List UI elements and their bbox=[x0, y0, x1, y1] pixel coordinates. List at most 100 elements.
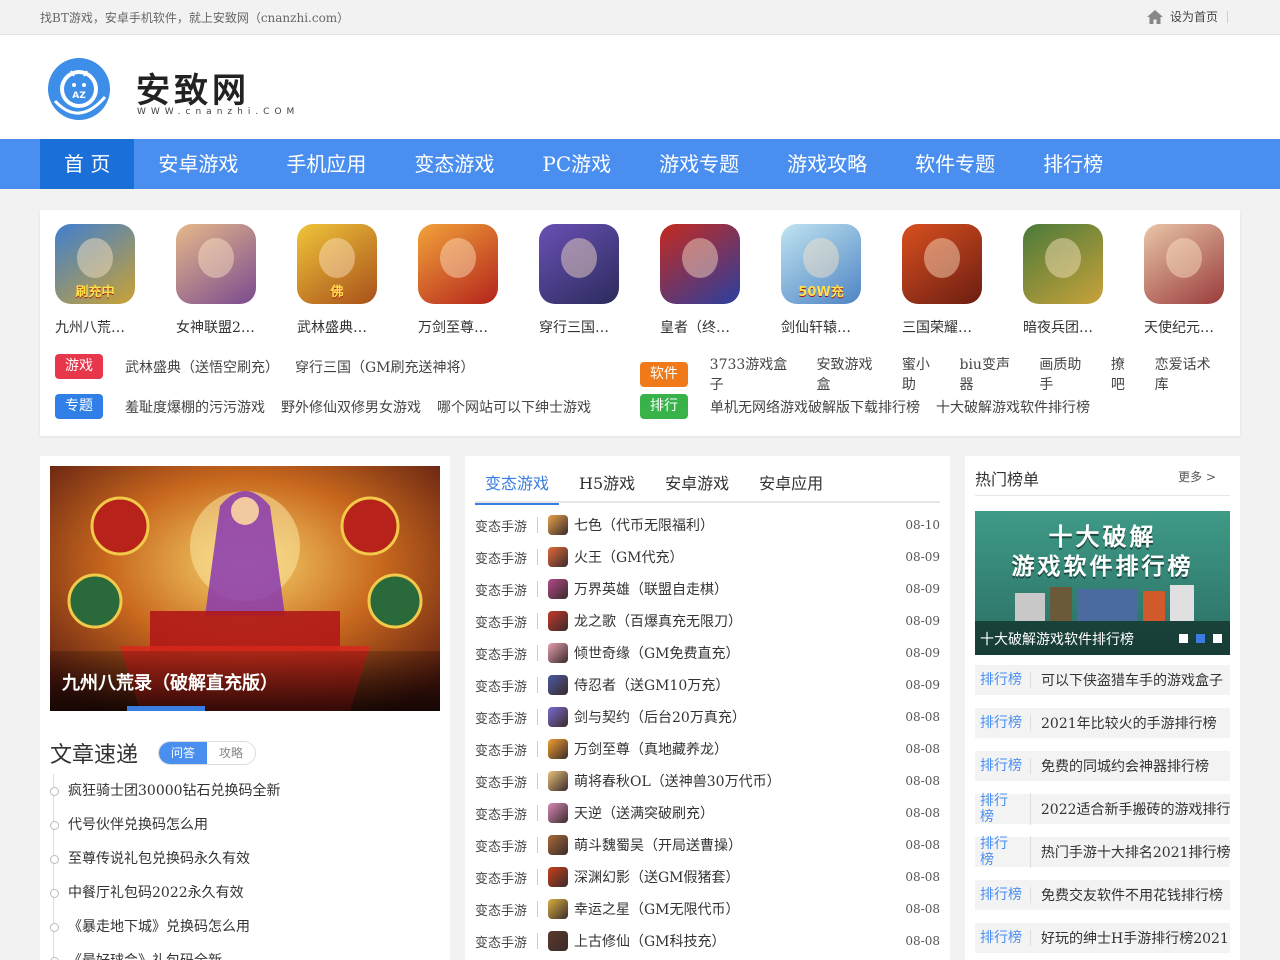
ranking-item[interactable]: 排行榜 免费交友软件不用花钱排行榜 bbox=[975, 880, 1230, 910]
game-row[interactable]: 变态手游 万剑至尊（真地藏养龙） 08-08 bbox=[475, 733, 940, 765]
app-icon[interactable] bbox=[902, 224, 982, 304]
game-category[interactable]: 变态手游 bbox=[475, 644, 527, 663]
games-tab-3[interactable]: 安卓应用 bbox=[749, 466, 833, 503]
tag-link[interactable]: 哪个网站可以下绅士游戏 bbox=[437, 397, 591, 417]
app-icon[interactable]: 50W充 bbox=[781, 224, 861, 304]
game-name[interactable]: 深渊幻影（送GM假猪套） bbox=[574, 867, 900, 887]
app-name[interactable]: 穿行三国… bbox=[539, 317, 619, 337]
article-item[interactable]: 至尊传说礼包兑换码永久有效 bbox=[50, 842, 443, 876]
game-category[interactable]: 变态手游 bbox=[475, 708, 527, 727]
game-category[interactable]: 变态手游 bbox=[475, 676, 527, 695]
game-name[interactable]: 七色（代币无限福利） bbox=[574, 515, 900, 535]
app-name[interactable]: 三国荣耀… bbox=[902, 317, 982, 337]
game-name[interactable]: 万界英雄（联盟自走棋） bbox=[574, 579, 900, 599]
article-item[interactable]: 疯狂骑士团30000钻石兑换码全新 bbox=[50, 774, 443, 808]
tag-link[interactable]: 恋爱话术库 bbox=[1155, 354, 1224, 394]
tag-rank[interactable]: 排行 bbox=[640, 394, 688, 419]
logo-title[interactable]: 安致网 bbox=[136, 63, 250, 112]
game-row[interactable]: 变态手游 火王（GM代充） 08-09 bbox=[475, 541, 940, 573]
app-icon[interactable]: 佛 bbox=[297, 224, 377, 304]
game-name[interactable]: 萌将春秋OL（送神兽30万代币） bbox=[574, 771, 900, 791]
game-row[interactable]: 变态手游 龙之歌（百爆真充无限刀） 08-09 bbox=[475, 605, 940, 637]
game-name[interactable]: 上古修仙（GM科技充） bbox=[574, 931, 900, 951]
featured-app[interactable]: 天使纪元… bbox=[1144, 224, 1265, 337]
nav-item-0[interactable]: 首 页 bbox=[40, 139, 135, 189]
app-icon[interactable] bbox=[539, 224, 619, 304]
game-row[interactable]: 变态手游 萌将春秋OL（送神兽30万代币） 08-08 bbox=[475, 765, 940, 797]
game-category[interactable]: 变态手游 bbox=[475, 836, 527, 855]
hero-banner[interactable]: 九州八荒录（破解直充版） bbox=[50, 466, 440, 711]
games-tab-0[interactable]: 变态游戏 bbox=[475, 466, 560, 505]
game-category[interactable]: 变态手游 bbox=[475, 516, 527, 535]
nav-item-2[interactable]: 手机应用 bbox=[262, 139, 390, 189]
carousel-dot[interactable] bbox=[1213, 634, 1222, 643]
game-category[interactable]: 变态手游 bbox=[475, 868, 527, 887]
app-name[interactable]: 武林盛典… bbox=[297, 317, 377, 337]
featured-app[interactable]: 刷充中 九州八荒… bbox=[55, 224, 176, 337]
game-category[interactable]: 变态手游 bbox=[475, 580, 527, 599]
games-tab-2[interactable]: 安卓游戏 bbox=[655, 466, 739, 503]
game-name[interactable]: 倾世奇缘（GM免费直充） bbox=[574, 643, 900, 663]
ranking-banner[interactable]: 十大破解 游戏软件排行榜 十大破解游戏软件排行榜 bbox=[975, 511, 1230, 655]
app-name[interactable]: 万剑至尊… bbox=[418, 317, 498, 337]
ranking-item[interactable]: 排行榜 2022适合新手搬砖的游戏排行 bbox=[975, 793, 1230, 825]
game-category[interactable]: 变态手游 bbox=[475, 772, 527, 791]
nav-item-4[interactable]: PC游戏 bbox=[518, 139, 635, 189]
game-row[interactable]: 变态手游 萌斗魏蜀吴（开局送曹操） 08-08 bbox=[475, 829, 940, 861]
game-row[interactable]: 变态手游 万界英雄（联盟自走棋） 08-09 bbox=[475, 573, 940, 605]
tag-link[interactable]: 羞耻度爆棚的污污游戏 bbox=[125, 397, 265, 417]
logo-icon[interactable]: AZ bbox=[47, 57, 112, 122]
carousel-dot[interactable] bbox=[1179, 634, 1188, 643]
game-name[interactable]: 龙之歌（百爆真充无限刀） bbox=[574, 611, 900, 631]
featured-app[interactable]: 万剑至尊… bbox=[418, 224, 539, 337]
game-row[interactable]: 变态手游 侍忍者（送GM10万充） 08-09 bbox=[475, 669, 940, 701]
game-row[interactable]: 变态手游 七色（代币无限福利） 08-10 bbox=[475, 509, 940, 541]
article-item[interactable]: 《暴走地下城》兑换码怎么用 bbox=[50, 910, 443, 944]
game-row[interactable]: 变态手游 幸运之星（GM无限代币） 08-08 bbox=[475, 893, 940, 925]
app-icon[interactable] bbox=[176, 224, 256, 304]
app-name[interactable]: 剑仙轩辕… bbox=[781, 317, 861, 337]
ranking-item[interactable]: 排行榜 免费的同城约会神器排行榜 bbox=[975, 751, 1230, 781]
featured-app[interactable]: 穿行三国… bbox=[539, 224, 660, 337]
app-name[interactable]: 暗夜兵团… bbox=[1023, 317, 1103, 337]
tab-qa[interactable]: 问答 bbox=[159, 742, 207, 764]
nav-item-7[interactable]: 软件专题 bbox=[891, 139, 1019, 189]
ranking-item-title[interactable]: 可以下侠盗猎车手的游戏盒子 bbox=[1031, 670, 1223, 690]
nav-item-6[interactable]: 游戏攻略 bbox=[763, 139, 891, 189]
tag-link[interactable]: 单机无网络游戏破解版下载排行榜 bbox=[710, 397, 920, 417]
featured-app[interactable]: 暗夜兵团… bbox=[1023, 224, 1144, 337]
game-row[interactable]: 变态手游 倾世奇缘（GM免费直充） 08-09 bbox=[475, 637, 940, 669]
game-category[interactable]: 变态手游 bbox=[475, 804, 527, 823]
game-row[interactable]: 变态手游 剑与契约（后台20万真充） 08-08 bbox=[475, 701, 940, 733]
nav-item-3[interactable]: 变态游戏 bbox=[390, 139, 518, 189]
game-name[interactable]: 剑与契约（后台20万真充） bbox=[574, 707, 900, 727]
ranking-item[interactable]: 排行榜 可以下侠盗猎车手的游戏盒子 bbox=[975, 665, 1230, 695]
ranking-item-title[interactable]: 2022适合新手搬砖的游戏排行 bbox=[1031, 799, 1230, 819]
article-item[interactable]: 《最好球会》礼包码全新 bbox=[50, 944, 443, 960]
ranking-item-title[interactable]: 免费的同城约会神器排行榜 bbox=[1031, 756, 1209, 776]
app-name[interactable]: 皇者（终… bbox=[660, 317, 740, 337]
game-category[interactable]: 变态手游 bbox=[475, 740, 527, 759]
tag-link[interactable]: 撩吧 bbox=[1111, 354, 1139, 394]
game-category[interactable]: 变态手游 bbox=[475, 932, 527, 951]
tag-link[interactable]: 十大破解游戏软件排行榜 bbox=[936, 397, 1090, 417]
tag-link[interactable]: 安致游戏盒 bbox=[816, 354, 885, 394]
ranking-more-link[interactable]: 更多 > bbox=[1178, 468, 1216, 485]
game-category[interactable]: 变态手游 bbox=[475, 548, 527, 567]
tag-link[interactable]: 武林盛典（送悟空刷充） bbox=[125, 357, 279, 377]
set-home-link[interactable]: 设为首页 bbox=[1146, 8, 1218, 25]
nav-item-8[interactable]: 排行榜 bbox=[1019, 139, 1127, 189]
game-name[interactable]: 火王（GM代充） bbox=[574, 547, 900, 567]
article-item[interactable]: 中餐厅礼包码2022永久有效 bbox=[50, 876, 443, 910]
ranking-item-title[interactable]: 2021年比较火的手游排行榜 bbox=[1031, 713, 1217, 733]
nav-item-1[interactable]: 安卓游戏 bbox=[134, 139, 262, 189]
app-icon[interactable] bbox=[418, 224, 498, 304]
tag-link[interactable]: 画质助手 bbox=[1039, 354, 1095, 394]
app-icon[interactable] bbox=[660, 224, 740, 304]
app-icon[interactable] bbox=[1144, 224, 1224, 304]
tag-link[interactable]: 穿行三国（GM刷充送神将） bbox=[295, 357, 475, 377]
app-name[interactable]: 九州八荒… bbox=[55, 317, 135, 337]
game-row[interactable]: 变态手游 上古修仙（GM科技充） 08-08 bbox=[475, 925, 940, 957]
tag-link[interactable]: 蜜小助 bbox=[902, 354, 944, 394]
tag-software[interactable]: 软件 bbox=[640, 361, 688, 387]
